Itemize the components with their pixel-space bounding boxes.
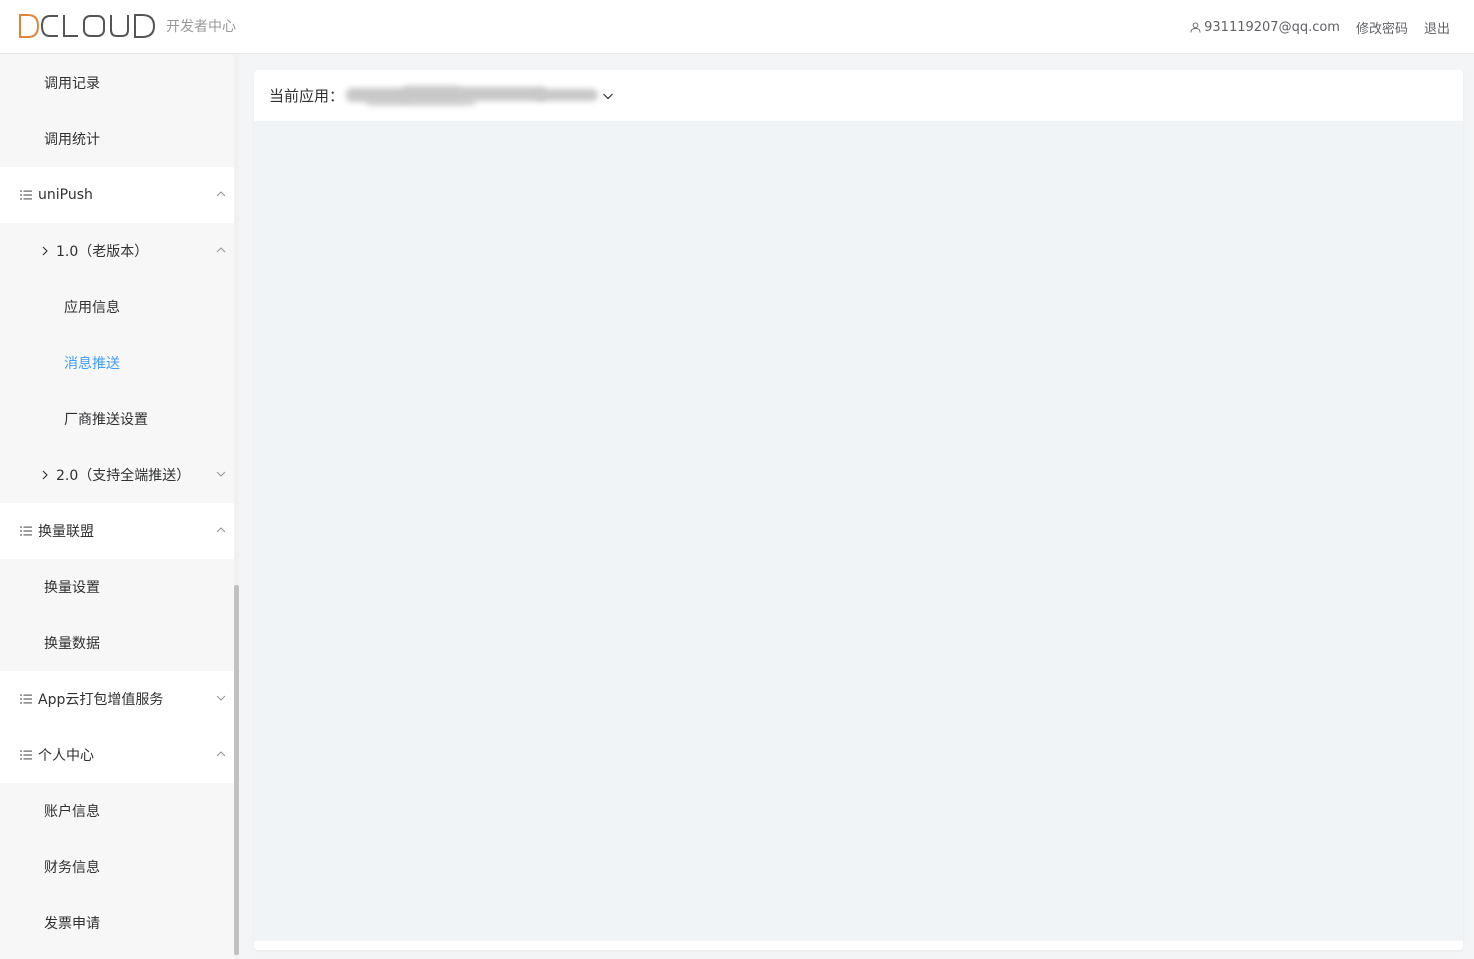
chevron-down-icon[interactable]: [602, 90, 614, 102]
sidebar-item-label: 厂商推送设置: [64, 412, 148, 428]
sidebar-item-label: uniPush: [38, 187, 93, 203]
redacted-blur: [366, 95, 477, 106]
sidebar-item-account-info[interactable]: 账户信息: [0, 783, 234, 839]
sidebar-subgroup-unipush-v1[interactable]: 1.0（老版本）: [0, 223, 234, 279]
sidebar-item-message-push[interactable]: 消息推送: [0, 335, 234, 391]
sidebar-item-label: 调用统计: [44, 132, 100, 148]
chevron-up-icon: [216, 527, 226, 533]
sidebar-item-exchange-settings[interactable]: 换量设置: [0, 559, 234, 615]
sidebar-group-personal-center[interactable]: 个人中心: [0, 727, 234, 783]
chevron-down-icon: [216, 471, 226, 477]
header-actions: 931119207@qq.com 修改密码 退出: [1174, 0, 1450, 54]
sidebar-item-finance-info[interactable]: 财务信息: [0, 839, 234, 895]
chevron-up-icon: [216, 191, 226, 197]
top-header: 开发者中心 931119207@qq.com 修改密码 退出: [0, 0, 1474, 54]
sidebar-item-label: App云打包增值服务: [38, 692, 164, 708]
sidebar-menu: 调用记录 调用统计 uniPush 1.0（老版本） 应用信息 消息推送 厂商推: [0, 55, 234, 959]
sidebar-item-label: 2.0（支持全端推送）: [56, 468, 191, 484]
list-icon: [20, 694, 32, 704]
logout-link[interactable]: 退出: [1424, 18, 1450, 37]
main-panel: 当前应用：: [254, 70, 1463, 950]
dcloud-logo-icon: [19, 14, 156, 38]
sidebar-item-label: 换量联盟: [38, 524, 94, 540]
list-icon: [20, 750, 32, 760]
dcloud-logo[interactable]: 开发者中心: [18, 12, 236, 40]
chevron-right-icon: [42, 470, 48, 480]
current-app-select[interactable]: [346, 85, 600, 106]
current-app-label: 当前应用：: [269, 87, 345, 105]
sidebar-item-invoice-request[interactable]: 发票申请: [0, 895, 234, 951]
sidebar-scrollbar-thumb[interactable]: [234, 585, 239, 955]
sidebar-item-label: 1.0（老版本）: [56, 244, 149, 260]
chevron-right-icon: [42, 246, 48, 256]
change-password-link[interactable]: 修改密码: [1356, 18, 1408, 37]
user-icon: [1190, 21, 1201, 33]
sidebar-group-unipush[interactable]: uniPush: [0, 167, 234, 223]
sidebar-item-vendor-push-settings[interactable]: 厂商推送设置: [0, 391, 234, 447]
chevron-up-icon: [216, 751, 226, 757]
sidebar-item-label: 财务信息: [44, 860, 100, 876]
sidebar-group-cloud-packaging[interactable]: App云打包增值服务: [0, 671, 234, 727]
user-email: 931119207@qq.com: [1204, 19, 1340, 35]
list-icon: [20, 190, 32, 200]
chevron-down-icon: [216, 695, 226, 701]
logo-subtitle: 开发者中心: [166, 19, 236, 35]
sidebar-item-label: 换量数据: [44, 636, 100, 652]
sidebar-subgroup-unipush-v2[interactable]: 2.0（支持全端推送）: [0, 447, 234, 503]
sidebar-item-label: 应用信息: [64, 300, 120, 316]
current-app-bar: 当前应用：: [254, 70, 1463, 121]
content-area: [254, 121, 1463, 941]
sidebar-item-label: 个人中心: [38, 748, 94, 764]
sidebar-item-app-info[interactable]: 应用信息: [0, 279, 234, 335]
sidebar-item-label: 调用记录: [44, 76, 100, 92]
redacted-blur: [536, 88, 599, 101]
sidebar-item-label: 账户信息: [44, 804, 100, 820]
sidebar-item-call-records[interactable]: 调用记录: [0, 55, 234, 111]
sidebar-group-exchange-alliance[interactable]: 换量联盟: [0, 503, 234, 559]
chevron-up-icon: [216, 247, 226, 253]
sidebar-item-call-stats[interactable]: 调用统计: [0, 111, 234, 167]
user-account[interactable]: 931119207@qq.com: [1190, 20, 1340, 35]
list-icon: [20, 526, 32, 536]
sidebar-item-label: 换量设置: [44, 580, 100, 596]
sidebar-item-label: 消息推送: [64, 356, 120, 372]
sidebar-item-exchange-data[interactable]: 换量数据: [0, 615, 234, 671]
sidebar-item-label: 发票申请: [44, 916, 100, 932]
